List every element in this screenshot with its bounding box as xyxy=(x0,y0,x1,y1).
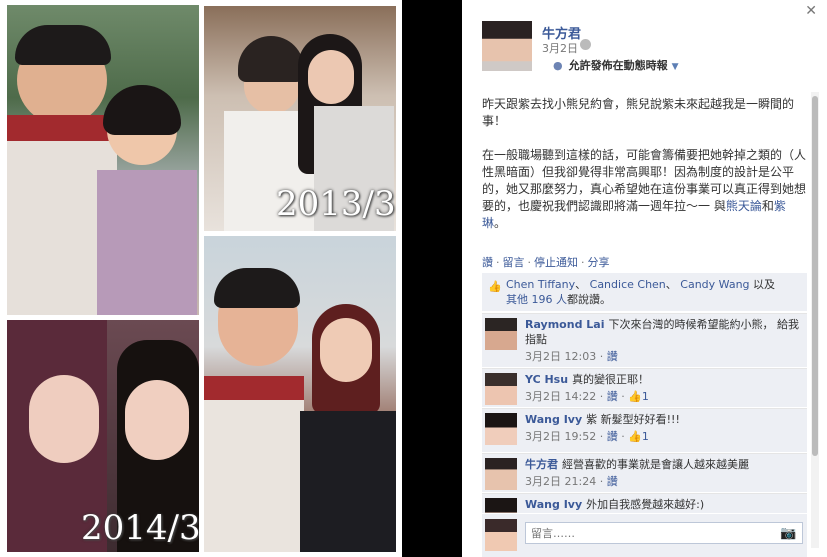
scrollbar-thumb[interactable] xyxy=(812,96,818,456)
photo-caption-2014: 2014/3 xyxy=(81,508,199,548)
liker-3[interactable]: Candy Wang xyxy=(680,278,749,291)
likes-and: 以及 xyxy=(753,278,776,291)
photo-viewer: 2013/3 2014/3 ✕ 牛方君 3月2日 ● 允許發佈在動態時報 ▼ 昨… xyxy=(0,0,827,557)
commenter-name[interactable]: Wang Ivy xyxy=(525,413,582,426)
comment-like-count-icon: 👍 xyxy=(628,430,642,443)
separator: · xyxy=(527,256,532,269)
commenter-name[interactable]: Raymond Lai xyxy=(525,318,604,331)
caret-down-icon: ▼ xyxy=(671,62,679,72)
liker-2[interactable]: Candice Chen xyxy=(590,278,666,291)
comment-like-count[interactable]: 1 xyxy=(642,430,649,443)
photo-tile-top-left xyxy=(7,5,199,315)
likes-suffix: 都說讚。 xyxy=(567,293,611,306)
separator: · xyxy=(496,256,500,269)
comment-time[interactable]: 3月2日 12:03 xyxy=(525,350,596,363)
globe-icon xyxy=(580,39,591,50)
stop-notifications-link[interactable]: 停止通知 xyxy=(534,256,578,269)
comma: 、 xyxy=(665,278,677,291)
comment-like-count-icon: 👍 xyxy=(628,390,642,403)
comment-4: 牛方君 經營喜歡的事業就是會讓人越來越美麗 3月2日 21:24 · 讚 xyxy=(482,453,807,492)
post-end: 。 xyxy=(494,216,507,230)
comment-composer: 📷 xyxy=(482,514,807,557)
post-body: 昨天跟紫去找小熊兒約會，熊兒說紫未來起越我是一瞬間的事！ 在一般職場聽到這樣的話… xyxy=(482,96,807,249)
comment-time[interactable]: 3月2日 19:52 xyxy=(525,430,596,443)
comment-time[interactable]: 3月2日 21:24 xyxy=(525,475,596,488)
thumbs-up-icon: 👍 xyxy=(488,280,502,293)
tag-link-1[interactable]: 熊天論 xyxy=(726,199,762,213)
comment-5: Wang Ivy 外加自我感覺越來越好:) xyxy=(482,493,807,513)
comment-3: Wang Ivy 紫 新髮型好好看!!! 3月2日 19:52 · 讚 · 👍1 xyxy=(482,408,807,452)
visibility-label: 允許發佈在動態時報 xyxy=(568,59,668,72)
comment-like-link[interactable]: 讚 xyxy=(607,390,618,403)
commenter-name[interactable]: YC Hsu xyxy=(525,373,568,386)
commenter-avatar[interactable] xyxy=(485,373,517,405)
liker-1[interactable]: Chen Tiffany xyxy=(506,278,575,291)
comment-text: 經營喜歡的事業就是會讓人越來越美麗 xyxy=(562,458,749,471)
post-paragraph-1: 昨天跟紫去找小熊兒約會，熊兒說紫未來起越我是一瞬間的事！ xyxy=(482,97,795,128)
post-actions: 讚 · 留言 · 停止通知 · 分享 xyxy=(482,254,610,270)
comment-1: Raymond Lai 下次來台灣的時候希望能約小熊， 給我指點 3月2日 12:0… xyxy=(482,313,807,367)
photo-collage[interactable]: 2013/3 2014/3 xyxy=(0,0,402,557)
commenter-avatar[interactable] xyxy=(485,318,517,350)
commenter-avatar[interactable] xyxy=(485,458,517,490)
commenter-avatar[interactable] xyxy=(485,413,517,445)
comment-input[interactable] xyxy=(525,522,803,544)
comment-text: 紫 新髮型好好看!!! xyxy=(586,413,680,426)
photo-caption-2013: 2013/3 xyxy=(276,184,396,224)
comment-text: 真的變很正耶！ xyxy=(572,373,650,386)
comment-like-link[interactable]: 讚 xyxy=(607,475,618,488)
photo-tile-top-right: 2013/3 xyxy=(204,6,396,231)
photo-tile-bottom-left: 2014/3 xyxy=(7,320,199,552)
post-and: 和 xyxy=(761,199,774,213)
commenter-name[interactable]: Wang Ivy xyxy=(525,498,582,511)
separator: · xyxy=(581,256,585,269)
comment-like-count[interactable]: 1 xyxy=(642,390,649,403)
bullet-icon: ● xyxy=(553,59,563,72)
comment-link[interactable]: 留言 xyxy=(503,256,525,269)
post-date[interactable]: 3月2日 xyxy=(542,40,578,56)
author-avatar[interactable] xyxy=(482,21,532,71)
post-paragraph-2: 在一般職場聽到這樣的話，可能會籌備要把她幹掉之類的（人性黑暗面）但我卻覺得非常高… xyxy=(482,147,807,232)
post-panel: ✕ 牛方君 3月2日 ● 允許發佈在動態時報 ▼ 昨天跟紫去找小熊兒約會，熊兒說紫未… xyxy=(462,0,827,557)
comment-2: YC Hsu 真的變很正耶！ 3月2日 14:22 · 讚 · 👍1 xyxy=(482,368,807,407)
commenter-avatar[interactable] xyxy=(485,498,517,513)
commenter-name[interactable]: 牛方君 xyxy=(525,458,558,471)
comment-like-link[interactable]: 讚 xyxy=(607,350,618,363)
photo-tile-bottom-right xyxy=(204,236,396,552)
visibility-selector[interactable]: ● 允許發佈在動態時報 ▼ xyxy=(553,57,679,73)
comments-scrollbar[interactable] xyxy=(811,92,819,548)
comment-like-link[interactable]: 讚 xyxy=(607,430,618,443)
others-link[interactable]: 其他 196 人 xyxy=(506,293,567,306)
close-icon[interactable]: ✕ xyxy=(805,3,817,19)
likes-summary: 👍 Chen Tiffany、 Candice Chen、 Candy Wang… xyxy=(482,273,807,311)
comment-text: 外加自我感覺越來越好:) xyxy=(586,498,705,511)
share-link[interactable]: 分享 xyxy=(588,256,610,269)
comma: 、 xyxy=(575,278,587,291)
like-link[interactable]: 讚 xyxy=(482,256,493,269)
comment-time[interactable]: 3月2日 14:22 xyxy=(525,390,596,403)
camera-icon[interactable]: 📷 xyxy=(780,526,796,541)
composer-avatar xyxy=(485,519,517,551)
